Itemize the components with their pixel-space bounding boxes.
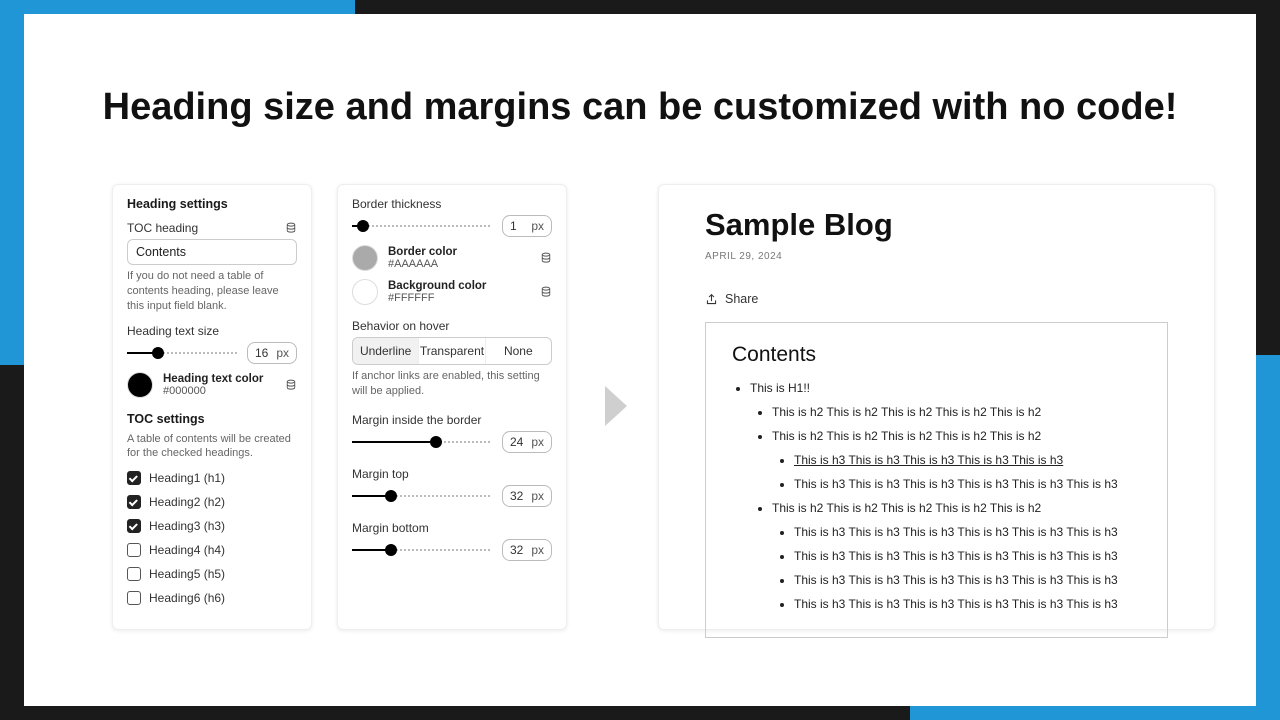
- checkbox-h1[interactable]: Heading1 (h1): [127, 471, 297, 485]
- database-icon: [540, 252, 552, 264]
- margin-top-label: Margin top: [352, 467, 552, 481]
- blog-preview-panel: Sample Blog APRIL 29, 2024 Share Content…: [658, 184, 1215, 630]
- toc-preview-title: Contents: [732, 343, 1141, 367]
- database-icon: [540, 286, 552, 298]
- text-size-unit: px: [276, 346, 289, 360]
- border-thickness-label: Border thickness: [352, 197, 552, 211]
- toc-heading-input[interactable]: [127, 239, 297, 265]
- border-color-label: Border color: [388, 246, 530, 258]
- margin-top-value-box[interactable]: 32 px: [502, 485, 552, 507]
- bg-color-label: Background color: [388, 280, 530, 292]
- border-thickness-slider[interactable]: [352, 219, 492, 233]
- margin-inside-slider[interactable]: [352, 435, 492, 449]
- margin-bottom-value-box[interactable]: 32 px: [502, 539, 552, 561]
- text-size-slider[interactable]: [127, 346, 237, 360]
- border-thickness-value-box[interactable]: 1 px: [502, 215, 552, 237]
- toc-item-h3[interactable]: This is h3 This is h3 This is h3 This is…: [794, 571, 1141, 589]
- toc-item-h3[interactable]: This is h3 This is h3 This is h3 This is…: [794, 595, 1141, 613]
- toc-settings-title: TOC settings: [127, 412, 297, 426]
- margin-bottom-slider[interactable]: [352, 543, 492, 557]
- heading-color-label: Heading text color: [163, 373, 275, 385]
- hover-opt-transparent[interactable]: Transparent: [419, 338, 485, 364]
- share-button[interactable]: Share: [705, 292, 1168, 306]
- toc-item-h3[interactable]: This is h3 This is h3 This is h3 This is…: [794, 451, 1141, 469]
- database-icon: [285, 379, 297, 391]
- toc-item-h2[interactable]: This is h2 This is h2 This is h2 This is…: [772, 427, 1141, 493]
- toc-item-h2[interactable]: This is h2 This is h2 This is h2 This is…: [772, 403, 1141, 421]
- text-size-label: Heading text size: [127, 324, 297, 338]
- border-color-swatch[interactable]: [352, 245, 378, 271]
- hover-help: If anchor links are enabled, this settin…: [352, 369, 552, 399]
- hover-label: Behavior on hover: [352, 319, 552, 333]
- page-headline: Heading size and margins can be customiz…: [24, 86, 1256, 129]
- checkbox-h6[interactable]: Heading6 (h6): [127, 591, 297, 605]
- checkbox-h4[interactable]: Heading4 (h4): [127, 543, 297, 557]
- toc-heading-label: TOC heading: [127, 221, 198, 235]
- heading-settings-panel: Heading settings TOC heading If you do n…: [112, 184, 312, 630]
- blog-date: APRIL 29, 2024: [705, 251, 1168, 262]
- margin-top-slider[interactable]: [352, 489, 492, 503]
- margin-inside-value-box[interactable]: 24 px: [502, 431, 552, 453]
- checkbox-h5[interactable]: Heading5 (h5): [127, 567, 297, 581]
- bg-color-swatch[interactable]: [352, 279, 378, 305]
- margin-inside-label: Margin inside the border: [352, 413, 552, 427]
- toc-item-h3[interactable]: This is h3 This is h3 This is h3 This is…: [794, 547, 1141, 565]
- arrow-right-icon: [601, 384, 631, 428]
- hover-opt-underline[interactable]: Underline: [353, 338, 419, 364]
- heading-settings-title: Heading settings: [127, 197, 297, 211]
- database-icon: [285, 222, 297, 234]
- border-color-hex: #AAAAAA: [388, 258, 530, 270]
- content-panel: Heading size and margins can be customiz…: [24, 14, 1256, 706]
- checkbox-h2[interactable]: Heading2 (h2): [127, 495, 297, 509]
- toc-settings-help: A table of contents will be created for …: [127, 432, 297, 462]
- toc-item-h2[interactable]: This is h2 This is h2 This is h2 This is…: [772, 499, 1141, 613]
- heading-color-hex: #000000: [163, 385, 275, 397]
- toc-heading-help: If you do not need a table of contents h…: [127, 269, 297, 314]
- toc-item-h1[interactable]: This is H1!! This is h2 This is h2 This …: [750, 379, 1141, 613]
- share-icon: [705, 293, 718, 306]
- toc-item-h3[interactable]: This is h3 This is h3 This is h3 This is…: [794, 523, 1141, 541]
- hover-opt-none[interactable]: None: [486, 338, 551, 364]
- checkbox-h3[interactable]: Heading3 (h3): [127, 519, 297, 533]
- toc-item-h3[interactable]: This is h3 This is h3 This is h3 This is…: [794, 475, 1141, 493]
- border-margin-panel: Border thickness 1 px Border color #AAAA…: [337, 184, 567, 630]
- margin-bottom-label: Margin bottom: [352, 521, 552, 535]
- text-size-value: 16: [255, 346, 268, 360]
- text-size-value-box[interactable]: 16 px: [247, 342, 297, 364]
- hover-segmented-control[interactable]: Underline Transparent None: [352, 337, 552, 365]
- toc-preview-box: Contents This is H1!! This is h2 This is…: [705, 322, 1168, 638]
- bg-color-hex: #FFFFFF: [388, 292, 530, 304]
- heading-color-swatch[interactable]: [127, 372, 153, 398]
- blog-title: Sample Blog: [705, 207, 1168, 243]
- share-label: Share: [725, 292, 758, 306]
